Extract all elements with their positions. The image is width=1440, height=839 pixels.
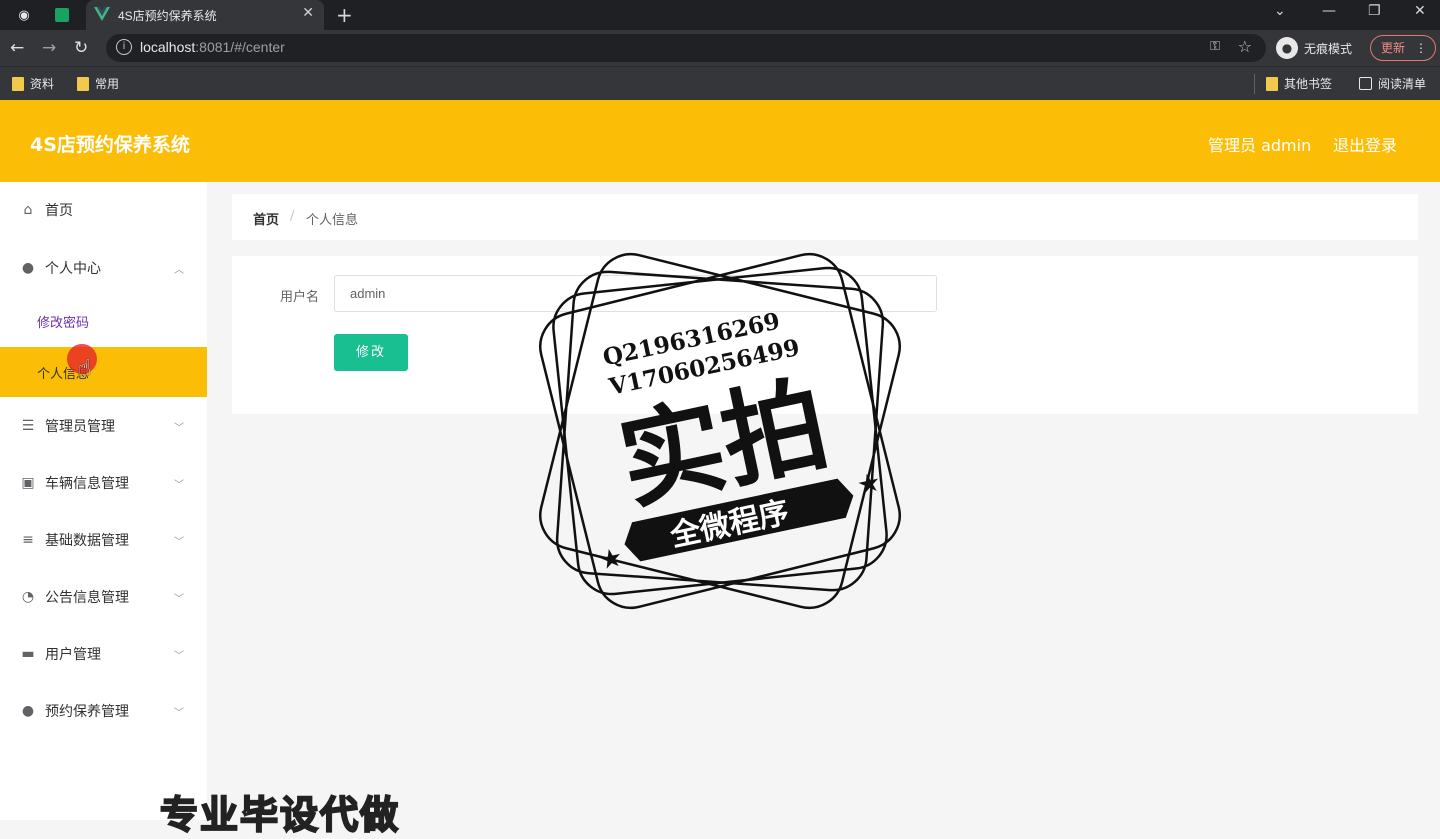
breadcrumb: 首页 / 个人信息 xyxy=(232,194,1418,240)
breadcrumb-current: 个人信息 xyxy=(306,213,359,228)
watermark-stamp: Q2196316269 V17060256499 实拍 全微程序 ★ ★ xyxy=(539,252,901,610)
browser-tab-bar: ◉ 4S店预约保养系统 ✕ + ⌄ — ❐ ✕ xyxy=(0,0,1440,30)
url-text: localhost:8081/#/center xyxy=(140,39,285,55)
current-user-label: 管理员 admin xyxy=(1208,136,1312,155)
star-icon: ★ xyxy=(596,542,625,576)
tab-active[interactable]: 4S店预约保养系统 ✕ xyxy=(86,0,324,30)
bulb-icon: ● xyxy=(21,703,35,719)
reading-list[interactable]: 阅读清单 xyxy=(1359,75,1426,92)
bookmark-label: 其他书签 xyxy=(1284,77,1333,91)
folder-icon xyxy=(1266,76,1278,91)
chevron-down-icon: ﹀ xyxy=(174,593,184,605)
list-icon: ☰ xyxy=(21,418,35,434)
app-header: 4S店预约保养系统 管理员 admin 退出登录 xyxy=(0,100,1440,182)
restore-icon[interactable]: ❐ xyxy=(1368,3,1381,19)
bookmark-label: 常用 xyxy=(95,77,120,91)
reload-icon[interactable]: ↻ xyxy=(74,38,88,58)
watermark-banner: 专业毕设代做 xyxy=(159,792,401,838)
vue-logo-icon xyxy=(94,7,110,21)
incognito-icon: ● xyxy=(1276,37,1298,59)
sidebar-item-base-data-management[interactable]: ≡ 基础数据管理 ﹀ xyxy=(0,512,207,568)
forward-icon[interactable]: → xyxy=(42,38,56,58)
sidebar-item-personal-center[interactable]: ● 个人中心 ︿ xyxy=(0,240,207,296)
app-title: 4S店预约保养系统 xyxy=(30,134,190,156)
logout-link[interactable]: 退出登录 xyxy=(1333,132,1397,156)
bookmark-folder-0[interactable]: 资料 xyxy=(12,75,54,92)
sidebar-subitem-personal-info[interactable]: 个人信息 xyxy=(0,347,207,397)
update-label: 更新 xyxy=(1381,41,1406,55)
sidebar-item-label: 基础数据管理 xyxy=(45,533,129,549)
bookmark-label: 阅读清单 xyxy=(1378,77,1427,91)
sidebar-item-home[interactable]: ⌂ 首页 xyxy=(0,182,207,238)
sidebar-subitem-label: 修改密码 xyxy=(37,315,90,331)
sidebar-item-label: 首页 xyxy=(45,203,73,219)
gauge-icon: ◔ xyxy=(21,589,35,605)
bookmark-folder-1[interactable]: 常用 xyxy=(77,75,119,92)
username-label: 用户名 xyxy=(280,290,320,305)
sidebar-item-vehicle-management[interactable]: ▣ 车辆信息管理 ﹀ xyxy=(0,455,207,511)
tab-search-icon[interactable]: ⌄ xyxy=(1274,3,1286,19)
window-close-icon[interactable]: ✕ xyxy=(1414,3,1426,19)
sidebar-item-admin-management[interactable]: ☰ 管理员管理 ﹀ xyxy=(0,398,207,454)
reading-list-icon xyxy=(1359,77,1372,90)
chevron-down-icon: ﹀ xyxy=(174,479,184,491)
sidebar-item-label: 管理员管理 xyxy=(45,419,115,435)
globe-icon[interactable]: ◉ xyxy=(14,5,34,25)
sidebar-item-label: 预约保养管理 xyxy=(45,704,129,720)
back-icon[interactable]: ← xyxy=(10,38,24,58)
menu-icon: ≡ xyxy=(22,532,34,548)
bookmarks-bar: 资料 常用 其他书签 阅读清单 xyxy=(0,66,1440,100)
incognito-label: 无痕模式 xyxy=(1304,41,1353,56)
chevron-down-icon: ﹀ xyxy=(174,536,184,548)
folder-icon xyxy=(12,76,24,91)
other-bookmarks[interactable]: 其他书签 xyxy=(1266,75,1332,92)
hand-cursor-icon: ☝ xyxy=(78,356,92,381)
sidebar-item-label: 车辆信息管理 xyxy=(45,476,129,492)
bookmark-label: 资料 xyxy=(30,77,55,91)
user-icon: ● xyxy=(21,260,35,276)
key-icon[interactable]: ⚿ xyxy=(1210,39,1220,54)
new-tab-icon[interactable]: + xyxy=(336,3,353,27)
home-icon: ⌂ xyxy=(23,202,33,218)
sidebar-item-appointment-management[interactable]: ● 预约保养管理 ﹀ xyxy=(0,683,207,739)
pinned-tab-icon[interactable] xyxy=(52,5,72,25)
address-bar-row: ← → ↻ i localhost:8081/#/center ⚿ ☆ ● 无痕… xyxy=(0,30,1440,66)
sidebar-item-label: 用户管理 xyxy=(45,647,101,663)
update-button[interactable]: 更新 ⋮ xyxy=(1370,35,1436,61)
divider xyxy=(1254,74,1255,94)
sidebar-subitem-change-password[interactable]: 修改密码 xyxy=(0,296,207,346)
url-field[interactable]: i localhost:8081/#/center ⚿ ☆ xyxy=(106,34,1266,62)
info-icon[interactable]: i xyxy=(116,39,132,55)
bookmark-star-icon[interactable]: ☆ xyxy=(1238,37,1252,56)
printer-icon: ▬ xyxy=(21,646,35,662)
incognito-indicator[interactable]: ● 无痕模式 xyxy=(1276,36,1352,60)
chevron-down-icon: ﹀ xyxy=(174,422,184,434)
sidebar-item-notice-management[interactable]: ◔ 公告信息管理 ﹀ xyxy=(0,569,207,625)
clipboard-icon: ▣ xyxy=(21,475,35,491)
breadcrumb-separator: / xyxy=(290,209,295,224)
tab-title: 4S店预约保养系统 xyxy=(118,9,217,23)
folder-icon xyxy=(77,76,89,91)
sidebar-item-user-management[interactable]: ▬ 用户管理 ﹀ xyxy=(0,626,207,682)
chevron-up-icon: ︿ xyxy=(174,264,184,276)
sidebar-item-label: 公告信息管理 xyxy=(45,590,129,606)
submit-button[interactable]: 修改 xyxy=(334,334,408,371)
breadcrumb-home[interactable]: 首页 xyxy=(253,209,279,228)
more-menu-icon[interactable]: ⋮ xyxy=(1415,36,1427,60)
sidebar-item-label: 个人中心 xyxy=(45,261,101,277)
sidebar: ⌂ 首页 ● 个人中心 ︿ 修改密码 个人信息 ☰ 管理员管理 ﹀ ▣ 车辆信息… xyxy=(0,182,207,820)
chevron-down-icon: ﹀ xyxy=(174,707,184,719)
minimize-icon[interactable]: — xyxy=(1322,3,1336,19)
close-icon[interactable]: ✕ xyxy=(302,5,314,21)
chevron-down-icon: ﹀ xyxy=(174,650,184,662)
